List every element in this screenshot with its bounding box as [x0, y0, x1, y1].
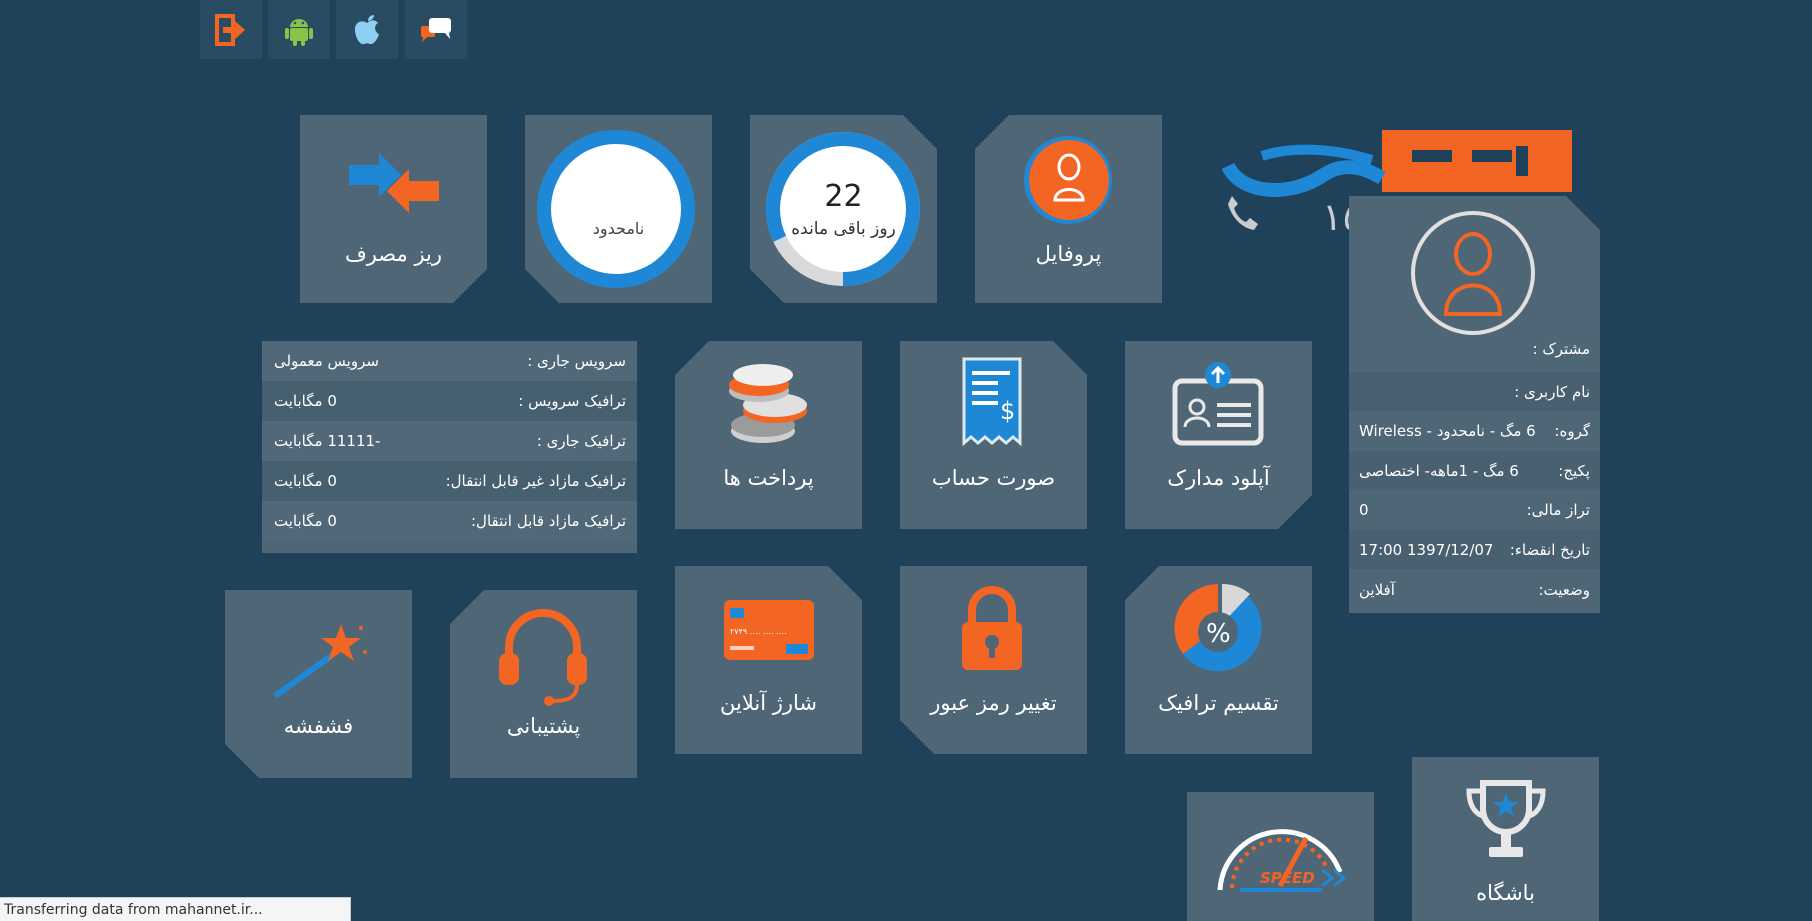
days-remaining-label: روز باقی مانده [791, 219, 896, 239]
subscriber-row: مشترک : [1349, 329, 1600, 368]
chat-button[interactable] [405, 0, 467, 59]
club-label: باشگاه [1476, 881, 1535, 905]
svg-text:۲۷۴۹ ‥‥ ‥‥ ‥‥: ۲۷۴۹ ‥‥ ‥‥ ‥‥ [730, 627, 787, 636]
service-info-value: -11111 مگابایت [274, 432, 381, 450]
traffic-split-tile[interactable]: % تقسیم ترافیک [1125, 566, 1312, 754]
android-icon [285, 18, 313, 46]
balance-value: 0 [1359, 500, 1369, 519]
profile-tile[interactable]: پروفایل [975, 115, 1162, 303]
usage-details-label: ریز مصرف [344, 242, 443, 266]
profile-label: پروفایل [1035, 242, 1102, 266]
group-row: گروه: 6 مگ - نامحدود - Wireless [1349, 411, 1600, 450]
service-info-value: 0 مگابایت [274, 392, 337, 410]
days-remaining-value: 22 [824, 179, 863, 214]
username-row: نام کاربری : [1349, 372, 1600, 411]
service-info-table: سرویس جاری : سرویس معمولی ترافیک سرویس : 0 … [262, 341, 637, 553]
support-tile[interactable]: پشتیبانی [450, 590, 637, 778]
usage-details-tile[interactable]: ریز مصرف [300, 115, 487, 303]
subscriber-label: مشترک : [1532, 339, 1590, 358]
speed-test-tile[interactable]: SPEED [1187, 792, 1374, 921]
service-info-key: سرویس جاری : [527, 352, 626, 370]
ios-app-button[interactable] [336, 0, 398, 59]
expiry-value: 1397/12/07 17:00 [1359, 540, 1494, 559]
service-info-key: ترافیک جاری : [536, 432, 626, 450]
padlock-icon [960, 586, 1024, 672]
service-info-row: ترافیک مازاد قابل انتقال: 0 مگابایت [262, 501, 637, 541]
svg-text:$: $ [1000, 397, 1015, 425]
chat-icon [421, 17, 451, 42]
service-info-key: ترافیک سرویس : [518, 392, 626, 410]
club-tile[interactable]: باشگاه [1412, 757, 1599, 921]
service-info-value: 0 مگابایت [274, 472, 337, 490]
android-app-button[interactable] [268, 0, 330, 59]
credit-card-icon: ۲۷۴۹ ‥‥ ‥‥ ‥‥ [722, 598, 816, 662]
change-password-tile[interactable]: تغییر رمز عبور [900, 566, 1087, 754]
receipt-icon: $ [960, 357, 1024, 447]
browser-status-bar: Transferring data from mahannet.ir... [0, 897, 351, 921]
expiry-row: تاریخ انقضاء: 1397/12/07 17:00 [1349, 530, 1600, 569]
username-label: نام کاربری : [1514, 382, 1590, 401]
transfer-arrows-icon [347, 145, 441, 221]
coins-icon [729, 364, 807, 443]
status-value: آفلاین [1359, 580, 1395, 599]
package-label: پکیج: [1558, 461, 1590, 480]
traffic-split-label: تقسیم ترافیک [1158, 691, 1279, 715]
trophy-icon [1466, 780, 1546, 857]
invoice-tile[interactable]: $ صورت حساب [900, 341, 1087, 529]
exit-icon [215, 13, 245, 46]
fireworks-label: فشفشه [283, 714, 354, 738]
headset-icon [499, 609, 587, 706]
online-charge-label: شارژ آنلاین [720, 691, 817, 715]
user-avatar-icon [1410, 210, 1536, 336]
traffic-ring [534, 127, 698, 291]
package-value: 6 مگ - 1ماهه- اختصاصی [1359, 461, 1519, 480]
balance-row: تراز مالی: 0 [1349, 490, 1600, 529]
online-charge-tile[interactable]: ۲۷۴۹ ‥‥ ‥‥ ‥‥ شارژ آنلاین [675, 566, 862, 754]
payments-tile[interactable]: پرداخت ها [675, 341, 862, 529]
fireworks-tile[interactable]: فشفشه [225, 590, 412, 778]
service-info-key: ترافیک مازاد غیر قابل انتقال: [445, 472, 626, 490]
svg-text:SPEED: SPEED [1260, 869, 1315, 887]
days-remaining-tile[interactable]: 22 روز باقی مانده [750, 115, 937, 303]
status-row: وضعیت: آفلاین [1349, 570, 1600, 609]
payments-label: پرداخت ها [723, 466, 814, 490]
balance-label: تراز مالی: [1526, 500, 1590, 519]
expiry-label: تاریخ انقضاء: [1509, 540, 1590, 559]
service-info-row: ترافیک جاری : -11111 مگابایت [262, 421, 637, 461]
upload-documents-tile[interactable]: آپلود مدارک [1125, 341, 1312, 529]
id-card-upload-icon [1171, 361, 1265, 447]
speedometer-icon: SPEED [1217, 829, 1347, 892]
unlimited-label: نامحدود [592, 219, 645, 238]
invoice-label: صورت حساب [931, 466, 1056, 490]
package-row: پکیج: 6 مگ - 1ماهه- اختصاصی [1349, 451, 1600, 490]
service-info-row: ترافیک سرویس : 0 مگابایت [262, 381, 637, 421]
exit-button[interactable] [200, 0, 262, 59]
group-label: گروه: [1554, 421, 1590, 440]
unlimited-traffic-tile[interactable]: نامحدود [525, 115, 712, 303]
magic-wand-icon [269, 618, 369, 704]
change-password-label: تغییر رمز عبور [930, 691, 1057, 715]
service-info-row: ترافیک مازاد غیر قابل انتقال: 0 مگابایت [262, 461, 637, 501]
service-info-value: سرویس معمولی [274, 352, 379, 370]
user-panel: مشترک : نام کاربری : گروه: 6 مگ - نامحدو… [1349, 196, 1600, 613]
service-info-value: 0 مگابایت [274, 512, 337, 530]
group-value: 6 مگ - نامحدود - Wireless [1359, 421, 1536, 440]
apple-icon [354, 14, 379, 44]
service-info-key: ترافیک مازاد قابل انتقال: [471, 512, 626, 530]
profile-icon [1024, 136, 1112, 224]
upload-documents-label: آپلود مدارک [1167, 466, 1270, 490]
support-label: پشتیبانی [506, 714, 581, 738]
percent-pie-icon: % [1174, 583, 1262, 672]
svg-text:%: % [1206, 619, 1231, 649]
status-label: وضعیت: [1538, 580, 1590, 599]
service-info-row: سرویس جاری : سرویس معمولی [262, 341, 637, 381]
